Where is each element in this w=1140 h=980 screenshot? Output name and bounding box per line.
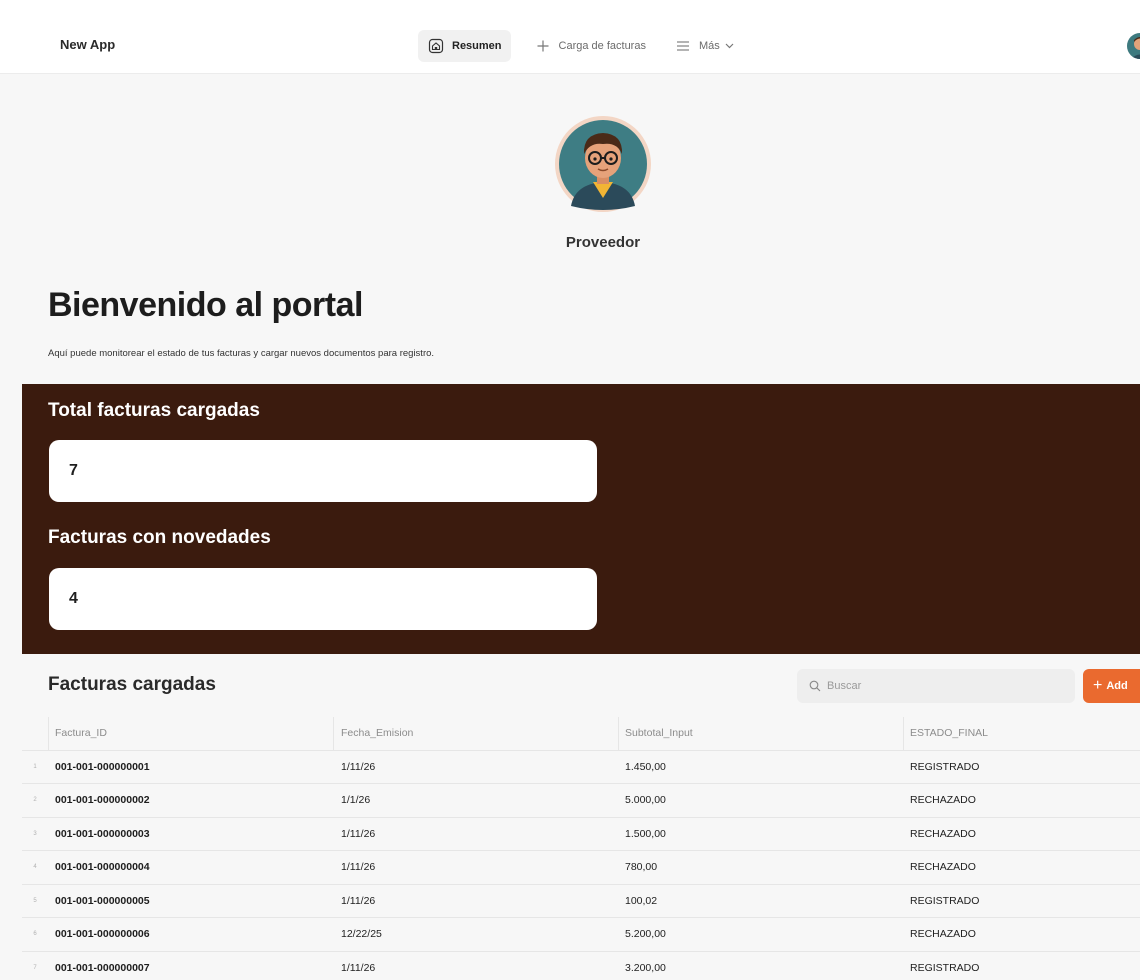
factura-id: 001-001-000000003 — [55, 827, 150, 840]
row-number: 1 — [33, 763, 37, 770]
add-button[interactable]: + Add — [1083, 669, 1140, 703]
table-row[interactable]: 3 001-001-000000003 1/11/26 1.500,00 REC… — [22, 818, 1140, 851]
fecha-emision: 1/11/26 — [341, 760, 376, 773]
column-header[interactable]: ESTADO_FINAL — [910, 717, 988, 750]
fecha-emision: 1/11/26 — [341, 827, 376, 840]
factura-id: 001-001-000000002 — [55, 794, 150, 807]
factura-id: 001-001-000000001 — [55, 760, 150, 773]
factura-id: 001-001-000000005 — [55, 894, 150, 907]
nav-carga-label: Carga de facturas — [558, 40, 646, 52]
column-divider — [903, 717, 904, 750]
subtotal: 100,02 — [625, 894, 658, 907]
column-header[interactable]: Factura_ID — [55, 717, 107, 750]
table-row[interactable]: 2 001-001-000000002 1/1/26 5.000,00 RECH… — [22, 784, 1140, 818]
fecha-emision: 1/11/26 — [341, 861, 376, 874]
fecha-emision: 1/1/26 — [341, 794, 371, 807]
total-facturas-card: 7 — [49, 440, 597, 502]
novedades-value: 4 — [69, 590, 78, 607]
row-number: 3 — [33, 830, 37, 837]
nav-mas-label: Más — [698, 40, 720, 52]
search-icon — [809, 680, 821, 692]
menu-icon — [674, 37, 692, 55]
row-number: 2 — [33, 797, 37, 804]
app-name[interactable]: New App — [60, 37, 115, 52]
subtotal: 1.500,00 — [625, 827, 666, 840]
column-header[interactable]: Fecha_Emision — [341, 717, 413, 750]
fecha-emision: 1/11/26 — [341, 961, 376, 974]
row-number: 7 — [33, 964, 37, 971]
row-number: 5 — [33, 897, 37, 904]
total-facturas-value: 7 — [69, 462, 78, 479]
estado-final: REGISTRADO — [910, 760, 980, 773]
subtotal: 5.000,00 — [625, 794, 666, 807]
fecha-emision: 12/22/25 — [341, 928, 382, 941]
page-title: Bienvenido al portal — [48, 286, 363, 324]
table-row[interactable]: 1 001-001-000000001 1/11/26 1.450,00 REG… — [22, 751, 1140, 784]
table-row[interactable]: 5 001-001-000000005 1/11/26 100,02 REGIS… — [22, 885, 1140, 918]
estado-final: REGISTRADO — [910, 961, 980, 974]
column-divider — [618, 717, 619, 750]
top-bar: New App Resumen Carga de facturas Más — [0, 0, 1140, 74]
estado-final: RECHAZADO — [910, 861, 976, 874]
subtotal: 1.450,00 — [625, 760, 666, 773]
subtotal: 3.200,00 — [625, 961, 666, 974]
fecha-emision: 1/11/26 — [341, 894, 376, 907]
table-row[interactable]: 6 001-001-000000006 12/22/25 5.200,00 RE… — [22, 918, 1140, 952]
add-button-label: Add — [1106, 680, 1128, 692]
chevron-down-icon — [725, 43, 734, 49]
nav-carga[interactable]: Carga de facturas — [525, 30, 655, 62]
factura-id: 001-001-000000007 — [55, 961, 150, 974]
estado-final: RECHAZADO — [910, 928, 976, 941]
profile-name: Proveedor — [565, 234, 641, 251]
nav-mas[interactable]: Más — [665, 30, 743, 62]
stats-panel: Total facturas cargadas 7 Facturas con n… — [22, 384, 1140, 654]
estado-final: RECHAZADO — [910, 794, 976, 807]
user-avatar[interactable] — [1127, 33, 1140, 59]
column-header[interactable]: Subtotal_Input — [625, 717, 693, 750]
row-number: 4 — [33, 864, 37, 871]
table-title: Facturas cargadas — [48, 674, 216, 695]
search-box[interactable] — [797, 669, 1075, 703]
profile-avatar — [553, 114, 653, 214]
row-number: 6 — [33, 931, 37, 938]
table-row[interactable]: 4 001-001-000000004 1/11/26 780,00 RECHA… — [22, 851, 1140, 885]
novedades-card: 4 — [49, 568, 597, 630]
total-facturas-label: Total facturas cargadas — [48, 400, 260, 421]
estado-final: REGISTRADO — [910, 894, 980, 907]
home-icon — [427, 37, 445, 55]
factura-id: 001-001-000000004 — [55, 861, 150, 874]
table-row[interactable]: 7 001-001-000000007 1/11/26 3.200,00 REG… — [22, 952, 1140, 980]
plus-icon — [534, 37, 552, 55]
search-input[interactable] — [827, 680, 1057, 692]
column-divider — [48, 717, 49, 750]
page-subtitle: Aquí puede monitorear el estado de tus f… — [48, 348, 435, 359]
nav-resumen[interactable]: Resumen — [418, 30, 511, 62]
estado-final: RECHAZADO — [910, 827, 976, 840]
subtotal: 5.200,00 — [625, 928, 666, 941]
main-nav: Resumen Carga de facturas Más — [418, 30, 743, 62]
subtotal: 780,00 — [625, 861, 658, 874]
plus-icon: + — [1093, 677, 1103, 694]
novedades-label: Facturas con novedades — [48, 527, 271, 548]
nav-resumen-label: Resumen — [452, 40, 502, 52]
factura-id: 001-001-000000006 — [55, 928, 150, 941]
facturas-table: Factura_ID Fecha_Emision Subtotal_Input … — [22, 717, 1140, 980]
table-header-row: Factura_ID Fecha_Emision Subtotal_Input … — [22, 717, 1140, 751]
column-divider — [333, 717, 334, 750]
